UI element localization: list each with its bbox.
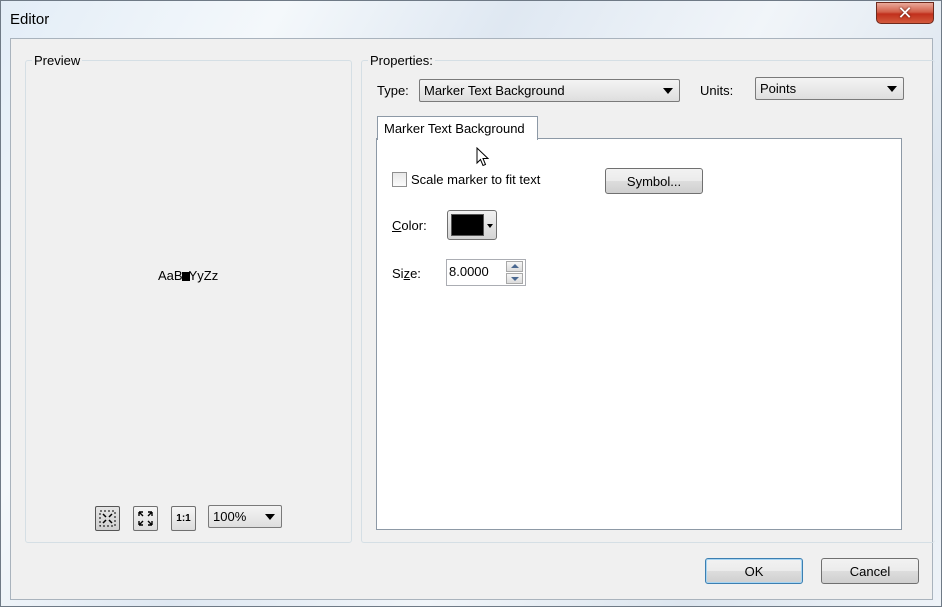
- color-label-rest: olor:: [401, 218, 427, 233]
- mouse-cursor-icon: [476, 147, 490, 167]
- preview-sample-right: YyZz: [188, 268, 219, 283]
- size-spinner[interactable]: 8.0000: [446, 259, 526, 286]
- scale-marker-label[interactable]: Scale marker to fit text: [411, 172, 540, 187]
- tab-marker-text-background[interactable]: Marker Text Background: [377, 116, 538, 140]
- tab-label: Marker Text Background: [384, 121, 525, 136]
- actual-size-button[interactable]: 1:1: [171, 506, 196, 531]
- close-icon: ✕: [897, 2, 913, 24]
- preview-sample: AaB YyZz: [158, 268, 218, 283]
- size-label: Size:: [392, 266, 421, 281]
- size-value[interactable]: 8.0000: [449, 264, 489, 279]
- chevron-down-icon: [487, 224, 493, 228]
- color-label-mnemonic: C: [392, 218, 402, 233]
- actual-size-label: 1:1: [176, 513, 191, 524]
- size-label-rest: e:: [410, 266, 421, 281]
- chevron-down-icon: [663, 88, 673, 94]
- chevron-down-icon: [887, 86, 897, 92]
- ok-button[interactable]: OK: [705, 558, 803, 584]
- spin-up-button[interactable]: [506, 261, 523, 272]
- full-extent-button[interactable]: [133, 506, 158, 531]
- color-label: Color:: [392, 218, 427, 233]
- symbol-button[interactable]: Symbol...: [605, 168, 703, 194]
- symbol-button-label: Symbol...: [626, 173, 682, 189]
- units-label: Units:: [700, 83, 734, 98]
- size-label-prefix: Si: [392, 266, 404, 281]
- type-value: Marker Text Background: [424, 83, 565, 98]
- preview-group: Preview AaB YyZz: [25, 53, 352, 543]
- zoom-select[interactable]: 100%: [208, 505, 282, 528]
- title-bar[interactable]: Editor ✕: [1, 1, 941, 37]
- chevron-down-icon: [265, 514, 275, 520]
- cancel-button[interactable]: Cancel: [821, 558, 919, 584]
- units-value: Points: [760, 81, 797, 96]
- cancel-button-label: Cancel: [849, 563, 891, 579]
- tab-panel: [376, 138, 902, 530]
- ok-button-label: OK: [744, 563, 764, 579]
- full-extent-icon: [138, 511, 153, 526]
- type-label: Type:: [377, 83, 409, 98]
- color-swatch: [451, 214, 484, 236]
- preview-sample-left: AaB: [158, 268, 183, 283]
- scale-marker-checkbox[interactable]: [392, 172, 407, 187]
- type-select[interactable]: Marker Text Background: [419, 79, 680, 102]
- window-title: Editor: [10, 11, 50, 28]
- zoom-value: 100%: [213, 509, 247, 524]
- units-select[interactable]: Points: [755, 77, 904, 100]
- color-picker-button[interactable]: [447, 210, 497, 240]
- fit-icon: [99, 510, 116, 527]
- properties-group-label: Properties:: [368, 53, 435, 68]
- preview-group-label: Preview: [32, 53, 83, 68]
- editor-window: Editor ✕ Preview AaB YyZz Properties: 1:1: [0, 0, 942, 607]
- spin-down-button[interactable]: [506, 273, 523, 284]
- fit-button[interactable]: [95, 506, 120, 531]
- close-button[interactable]: ✕: [876, 2, 934, 24]
